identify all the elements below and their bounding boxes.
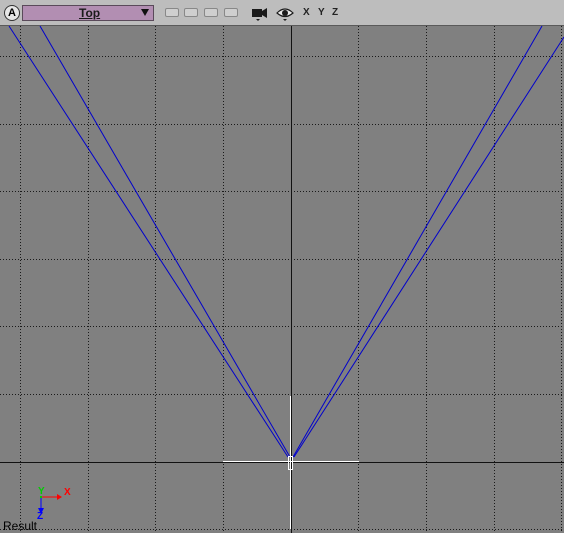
- camera-icon[interactable]: [251, 6, 269, 22]
- chevron-down-icon: [141, 9, 149, 16]
- camera-frustum: [8, 25, 564, 458]
- axis-y-toggle[interactable]: Y: [318, 6, 325, 20]
- layer-slot-3[interactable]: [204, 8, 218, 17]
- viewport-toolbar: A Top X Y Z: [0, 0, 564, 26]
- viewport-mode-button[interactable]: A: [4, 5, 20, 21]
- axis-x-toggle[interactable]: X: [303, 6, 310, 20]
- viewport[interactable]: Y X Z Result A Top X Y Z: [0, 0, 564, 533]
- axis-x-label: X: [64, 487, 71, 498]
- layer-slot-2[interactable]: [184, 8, 198, 17]
- layer-slot-1[interactable]: [165, 8, 179, 17]
- view-select-label: Top: [79, 6, 101, 20]
- layer-slot-4[interactable]: [224, 8, 238, 17]
- view-select[interactable]: Top: [22, 5, 154, 21]
- scene-canvas[interactable]: [0, 0, 564, 533]
- result-label: Result: [3, 519, 38, 533]
- axis-y-label: Y: [38, 486, 45, 497]
- axis-z-label: Z: [37, 511, 44, 522]
- axis-z-toggle[interactable]: Z: [332, 6, 338, 20]
- eye-icon[interactable]: [276, 6, 294, 22]
